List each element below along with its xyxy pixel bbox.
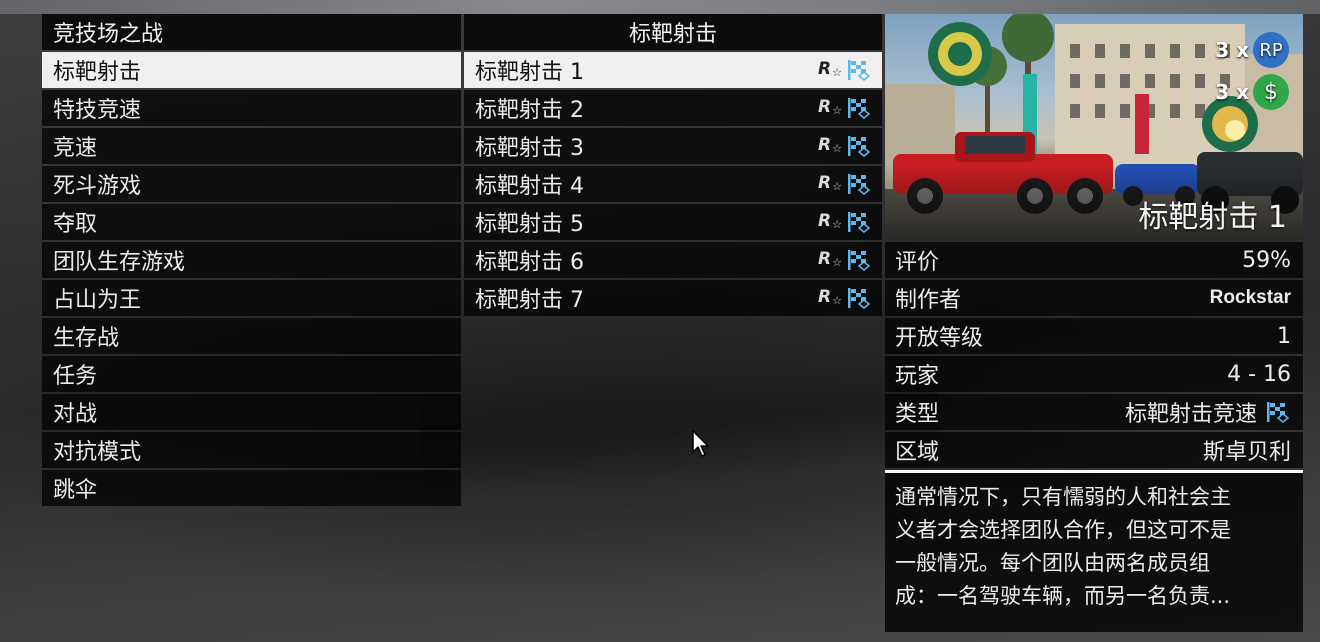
job-list: 标靶射击 标靶射击 1 R ☆ 标靶射击 2 R ☆ 标靶射击 3 R ☆ 标靶射击 4 R ☆ 标靶射…	[464, 14, 882, 316]
job-item[interactable]: 标靶射击 2 R ☆	[464, 90, 882, 126]
info-key: 评价	[895, 250, 940, 275]
category-item[interactable]: 死斗游戏	[42, 166, 461, 202]
info-row-rating: 评价 59%	[885, 242, 1303, 278]
job-item-label: 标靶射击 2	[475, 98, 584, 123]
category-item[interactable]: 标靶射击	[42, 52, 461, 88]
job-item-icons: R ☆	[818, 248, 872, 272]
background-blur	[416, 342, 944, 498]
description-line: 通常情况下，只有懦弱的人和社会主	[895, 485, 1231, 509]
checkered-flag-icon	[848, 98, 871, 119]
job-item-icons: R ☆	[818, 286, 872, 310]
job-item[interactable]: 标靶射击 6 R ☆	[464, 242, 882, 278]
rockstar-verified-icon: R ☆	[818, 97, 842, 117]
info-key: 区域	[895, 440, 940, 465]
description-line: 一般情况。每个团队由两名成员组	[895, 551, 1210, 575]
checkered-flag-icon	[1267, 402, 1290, 423]
job-item[interactable]: 标靶射击 4 R ☆	[464, 166, 882, 202]
dollar-icon: $	[1253, 74, 1289, 110]
job-item[interactable]: 标靶射击 5 R ☆	[464, 204, 882, 240]
info-row-creator: 制作者 Rockstar	[885, 280, 1303, 316]
job-item-icons: R ☆	[818, 210, 872, 234]
rockstar-verified-icon: R ☆	[818, 59, 842, 79]
info-key: 制作者	[895, 288, 962, 313]
category-item[interactable]: 生存战	[42, 318, 461, 354]
info-value: Rockstar	[1209, 287, 1291, 308]
rockstar-verified-icon: R ☆	[818, 211, 842, 231]
info-key: 开放等级	[895, 326, 984, 351]
job-item-label: 标靶射击 7	[475, 288, 584, 313]
category-item[interactable]: 跳伞	[42, 470, 461, 506]
checkered-flag-icon	[848, 136, 871, 157]
info-value: 59%	[1242, 247, 1291, 273]
info-value: 4 - 16	[1227, 361, 1291, 387]
category-item[interactable]: 团队生存游戏	[42, 242, 461, 278]
job-item-icons: R ☆	[818, 134, 872, 158]
info-row-players: 玩家 4 - 16	[885, 356, 1303, 392]
category-list: 竞技场之战 标靶射击 特技竞速 竞速 死斗游戏 夺取 团队生存游戏 占山为王 生…	[42, 14, 461, 506]
info-value: 1	[1277, 323, 1291, 349]
checkered-flag-icon	[848, 250, 871, 271]
job-item-icons: R ☆	[818, 58, 872, 82]
checkered-flag-icon	[848, 174, 871, 195]
job-item-label: 标靶射击 5	[475, 212, 584, 237]
checkered-flag-icon	[848, 212, 871, 233]
job-item-icons: R ☆	[818, 172, 872, 196]
job-item-label: 标靶射击 6	[475, 250, 584, 275]
job-item-label: 标靶射击 4	[475, 174, 584, 199]
job-item-label: 标靶射击 3	[475, 136, 584, 161]
info-value: 斯卓贝利	[1202, 440, 1291, 465]
job-preview-image: 3 x RP 3 x $ 标靶射击 1	[885, 14, 1303, 240]
info-key: 类型	[895, 402, 940, 427]
job-list-header: 标靶射击	[464, 14, 882, 50]
checkered-flag-icon	[848, 288, 871, 309]
job-details-panel: 3 x RP 3 x $ 标靶射击 1 评价 59% 制作者 Rockstar …	[885, 14, 1303, 642]
info-row-rank: 开放等级 1	[885, 318, 1303, 354]
category-item[interactable]: 任务	[42, 356, 461, 392]
rp-multiplier: 3 x RP	[1215, 32, 1289, 68]
job-item[interactable]: 标靶射击 1 R ☆	[464, 52, 882, 88]
info-value-type: 标靶射击竞速	[1125, 396, 1291, 428]
info-row-type: 类型 标靶射击竞速	[885, 394, 1303, 430]
category-item[interactable]: 占山为王	[42, 280, 461, 316]
category-item[interactable]: 竞速	[42, 128, 461, 164]
rockstar-verified-icon: R ☆	[818, 173, 842, 193]
background-top-strip	[0, 0, 1320, 14]
rockstar-verified-icon: R ☆	[818, 249, 842, 269]
rp-multiplier-label: 3 x	[1215, 38, 1249, 62]
checkered-flag-icon	[848, 60, 871, 81]
mouse-cursor-icon	[692, 430, 709, 457]
cash-multiplier-label: 3 x	[1215, 80, 1249, 104]
cash-multiplier: 3 x $	[1215, 74, 1289, 110]
job-item-label: 标靶射击 1	[475, 60, 584, 85]
info-row-area: 区域 斯卓贝利	[885, 432, 1303, 468]
rockstar-verified-icon: R ☆	[818, 287, 842, 307]
description-line: 义者才会选择团队合作，但这可不是	[895, 518, 1231, 542]
job-item[interactable]: 标靶射击 3 R ☆	[464, 128, 882, 164]
rockstar-verified-icon: R ☆	[818, 135, 842, 155]
category-item[interactable]: 对战	[42, 394, 461, 430]
description-line: 成：一名驾驶车辆，而另一名负责...	[895, 584, 1231, 608]
job-item-icons: R ☆	[818, 96, 872, 120]
category-item[interactable]: 特技竞速	[42, 90, 461, 126]
category-item[interactable]: 对抗模式	[42, 432, 461, 468]
category-item[interactable]: 夺取	[42, 204, 461, 240]
job-item[interactable]: 标靶射击 7 R ☆	[464, 280, 882, 316]
job-description: 通常情况下，只有懦弱的人和社会主 义者才会选择团队合作，但这可不是 一般情况。每…	[885, 473, 1303, 632]
rp-icon: RP	[1253, 32, 1289, 68]
info-value: 标靶射击竞速	[1124, 402, 1257, 427]
category-list-header: 竞技场之战	[42, 14, 461, 50]
job-title: 标靶射击 1	[1138, 200, 1287, 235]
info-key: 玩家	[895, 364, 940, 389]
